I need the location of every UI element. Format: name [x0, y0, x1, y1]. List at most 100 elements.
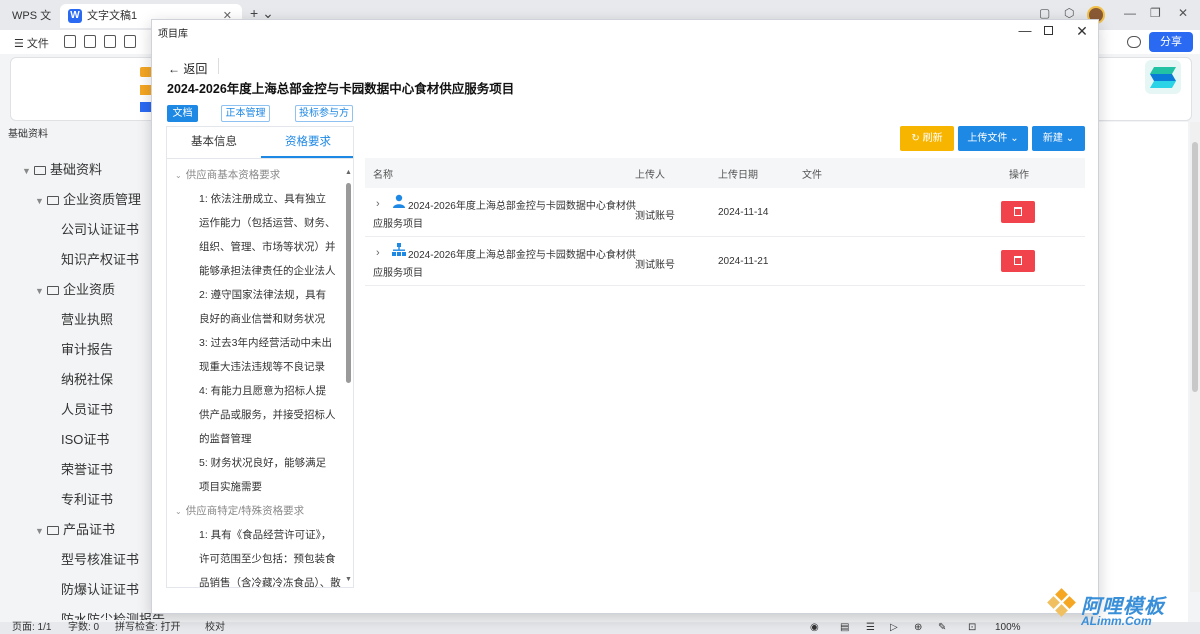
list-item: 能够承担法律责任的企业法人: [199, 265, 336, 277]
eye-icon[interactable]: ◉: [810, 622, 819, 634]
folder-icon: [47, 196, 59, 205]
scroll-down-icon[interactable]: ▼: [345, 576, 352, 583]
tag-original-management[interactable]: 正本管理: [221, 105, 270, 122]
list-item: 1: 依法注册成立、具有独立: [199, 193, 327, 205]
qualification-panel: 基本信息 资格要求 ⌄ 供应商基本资格要求 1: 依法注册成立、具有独立 运作能力…: [166, 126, 354, 588]
tree-item[interactable]: 人员证书: [61, 395, 113, 425]
restore-icon[interactable]: ❐: [1150, 6, 1161, 20]
tab-wps-home[interactable]: WPS 文字: [0, 4, 58, 46]
wps-writer-icon: W: [68, 9, 82, 24]
tree-item[interactable]: ▼ 企业资质: [35, 275, 115, 305]
col-uploader: 上传人: [635, 170, 665, 181]
file-menu[interactable]: ☰ 文件: [14, 35, 49, 51]
tree-item[interactable]: 防水防尘检测报告: [61, 605, 165, 620]
new-button[interactable]: 新建 ⌄: [1032, 126, 1085, 151]
folder-icon: [47, 286, 59, 295]
tab-basic-info[interactable]: 基本信息: [167, 127, 261, 158]
table-row[interactable]: › 2024-2026年度上海总部金控与卡园数据中心食材供 应服务项目 测试账号…: [365, 188, 1085, 237]
row-name-cont: 应服务项目: [373, 219, 423, 230]
tree-item[interactable]: 专利证书: [61, 485, 113, 515]
table-header: 名称 上传人 上传日期 文件 操作: [365, 158, 1085, 188]
right-panel: [1098, 122, 1188, 622]
delete-button[interactable]: [1001, 250, 1035, 272]
print-icon[interactable]: [104, 35, 116, 48]
document-scrollbar[interactable]: [1190, 122, 1200, 592]
export-icon[interactable]: [84, 35, 96, 48]
tree-item[interactable]: 纳税社保: [61, 365, 113, 395]
refresh-button[interactable]: ↻ 刷新: [900, 126, 954, 151]
chevron-right-icon[interactable]: ›: [376, 198, 380, 210]
maximize-icon[interactable]: [1038, 22, 1058, 40]
tree-item[interactable]: 知识产权证书: [61, 245, 139, 275]
share-button[interactable]: 分享: [1149, 32, 1193, 52]
back-label: 返回: [183, 62, 208, 76]
list-item: 4: 有能力且愿意为招标人提: [199, 385, 327, 397]
row-date: 2024-11-21: [718, 256, 769, 267]
status-bar: 页面: 1/1 字数: 0 拼写检查: 打开 校对 ◉ ▤ ☰ ▷ ⊕ ✎ ⊡ …: [0, 622, 1200, 634]
watermark-logo-icon: [1047, 588, 1076, 617]
back-button[interactable]: ← 返回: [168, 58, 219, 77]
status-page: 页面: 1/1: [12, 622, 52, 633]
tree-item[interactable]: 荣誉证书: [61, 455, 113, 485]
save-icon[interactable]: [64, 35, 76, 48]
list-item: 1: 具有《食品经营许可证》，: [199, 529, 332, 541]
chevron-down-icon: ▼: [35, 196, 44, 206]
chevron-down-icon: ⌄: [175, 507, 182, 516]
web-icon[interactable]: ⊕: [914, 622, 922, 634]
table-row[interactable]: › 2024-2026年度上海总部金控与卡园数据中心食材供 应服务项目 测试账号…: [365, 237, 1085, 286]
tree-item-label: 基础资料: [50, 162, 103, 177]
scrollbar-thumb[interactable]: [346, 183, 351, 383]
row-name: 2024-2026年度上海总部金控与卡园数据中心食材供: [408, 201, 636, 212]
page-view-icon[interactable]: ▤: [840, 622, 849, 634]
tree-item[interactable]: ISO证书: [61, 425, 109, 455]
scrollbar-thumb[interactable]: [1192, 142, 1198, 392]
page-title: 2024-2026年度上海总部金控与卡园数据中心食材供应服务项目: [167, 82, 515, 96]
tab-qualification[interactable]: 资格要求: [261, 127, 353, 158]
play-icon[interactable]: ▷: [890, 622, 898, 634]
app-logo-icon[interactable]: [1145, 60, 1181, 94]
close-icon[interactable]: ✕: [1072, 22, 1092, 40]
tag-document[interactable]: 文档: [167, 105, 198, 122]
scroll-up-icon[interactable]: ▲: [345, 169, 352, 176]
tree-item-label: 企业资质管理: [63, 192, 142, 207]
tree-item[interactable]: ▼ 产品证书: [35, 515, 115, 545]
dialog-title: 项目库: [158, 29, 188, 40]
pen-icon[interactable]: ✎: [938, 622, 946, 634]
chevron-down-icon: ⌄: [175, 171, 182, 180]
preview-icon[interactable]: [124, 35, 136, 48]
fit-icon[interactable]: ⊡: [968, 622, 976, 634]
col-date: 上传日期: [718, 170, 758, 181]
minimize-icon[interactable]: —: [1015, 22, 1035, 40]
status-proof[interactable]: 校对: [205, 622, 225, 634]
tree-item[interactable]: ▼ 企业资质管理: [35, 185, 141, 215]
panel-scrollbar[interactable]: ▲ ▼: [345, 163, 352, 586]
tree-item[interactable]: ▼ 基础资料: [22, 155, 102, 185]
chevron-right-icon[interactable]: ›: [376, 247, 380, 259]
status-spell[interactable]: 拼写检查: 打开: [115, 622, 181, 634]
upload-file-button[interactable]: 上传文件 ⌄: [958, 126, 1028, 151]
layout-icon[interactable]: ▢: [1039, 6, 1050, 20]
zoom-level[interactable]: 100%: [995, 622, 1021, 634]
group-basic-requirements[interactable]: ⌄ 供应商基本资格要求: [175, 167, 280, 182]
minimize-icon[interactable]: —: [1124, 6, 1136, 20]
tag-bid-participants[interactable]: 投标参与方: [295, 105, 353, 122]
group-title: 供应商特定/特殊资格要求: [185, 505, 305, 517]
box-icon[interactable]: ⬡: [1064, 6, 1074, 20]
col-ops: 操作: [1009, 170, 1029, 181]
list-item: 运作能力（包括运营、财务、: [199, 217, 336, 229]
delete-button[interactable]: [1001, 201, 1035, 223]
close-icon[interactable]: ✕: [1178, 6, 1188, 20]
tree-item[interactable]: 公司认证证书: [61, 215, 139, 245]
group-special-requirements[interactable]: ⌄ 供应商特定/特殊资格要求: [175, 503, 304, 518]
tree-item[interactable]: 防爆认证证书: [61, 575, 139, 605]
tree-item[interactable]: 营业执照: [61, 305, 113, 335]
chevron-down-icon: ▼: [35, 286, 44, 296]
list-item: 2: 遵守国家法律法规，具有: [199, 289, 327, 301]
outline-icon[interactable]: ☰: [866, 622, 875, 634]
pane-title: 基础资料: [8, 129, 48, 140]
tree-item[interactable]: 型号核准证书: [61, 545, 139, 575]
refresh-icon: ↻: [911, 133, 920, 144]
tree-item[interactable]: 审计报告: [61, 335, 113, 365]
cloud-icon[interactable]: [1127, 36, 1141, 48]
tree-item-label: 产品证书: [63, 522, 116, 537]
